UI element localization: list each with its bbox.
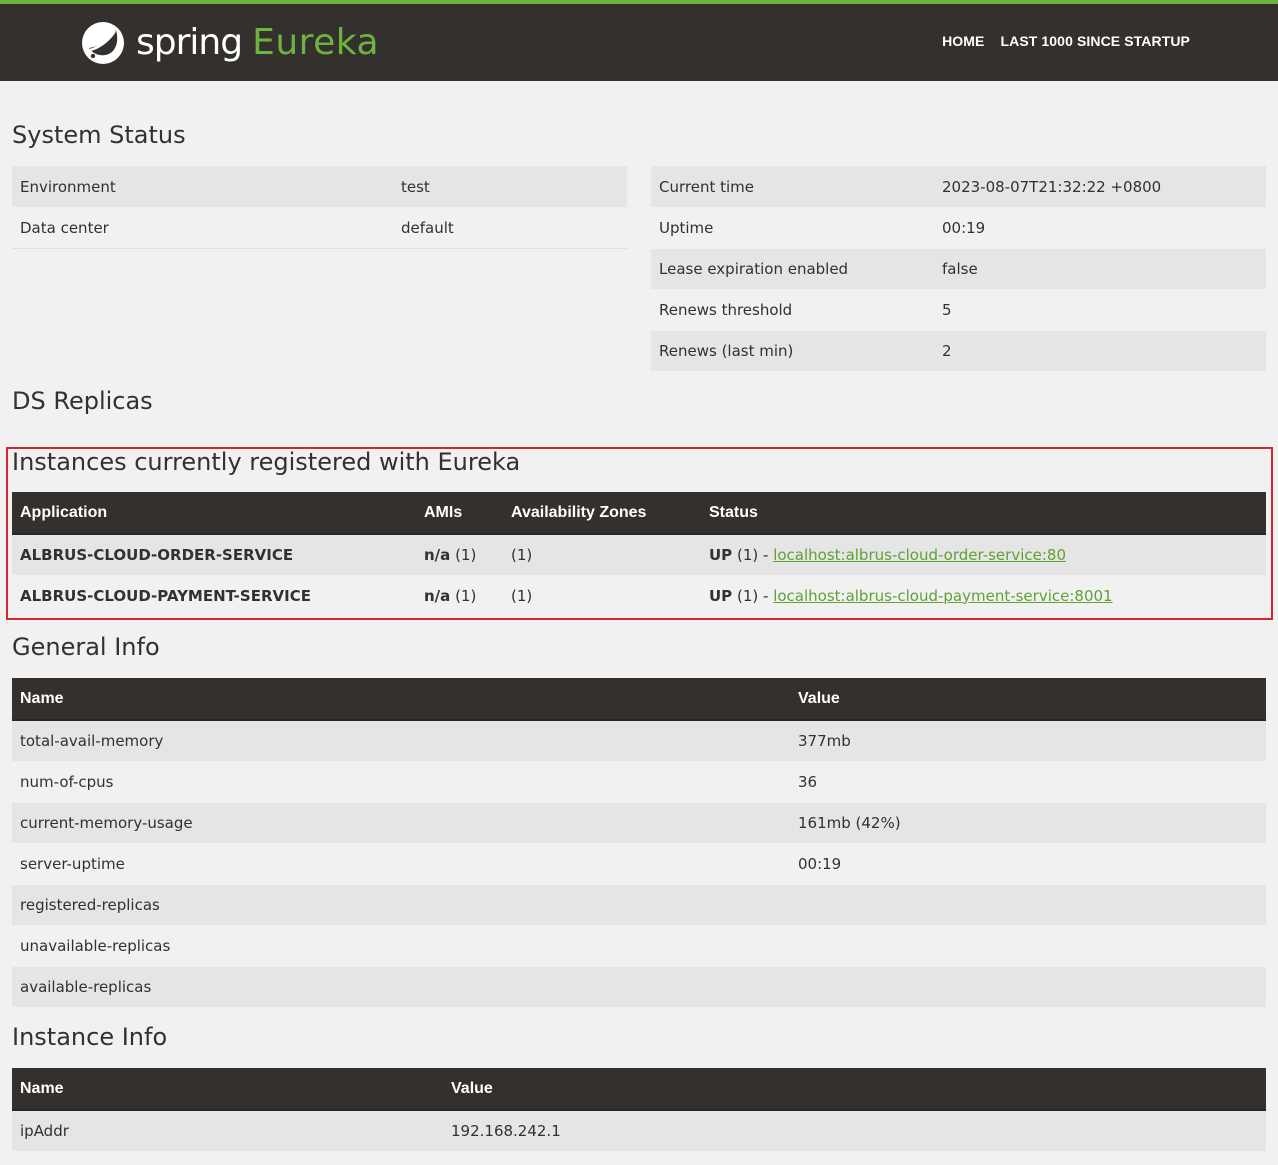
column-header-value: Value — [443, 1068, 1266, 1111]
table-row: Uptime 00:19 — [651, 207, 1266, 249]
status-up: UP — [709, 545, 733, 564]
ami-count: (1) — [455, 586, 477, 605]
info-value: 36 — [790, 761, 1266, 803]
ami-value: n/a — [424, 586, 451, 605]
table-row: Current time 2023-08-07T21:32:22 +0800 — [651, 166, 1266, 208]
status-cell: UP (1) - localhost:albrus-cloud-payment-… — [701, 575, 1266, 617]
table-row: server-uptime 00:19 — [12, 843, 1266, 885]
system-status-title: System Status — [12, 121, 186, 149]
status-cell: UP (1) - localhost:albrus-cloud-order-se… — [701, 534, 1266, 576]
app-name: ALBRUS-CLOUD-ORDER-SERVICE — [20, 545, 294, 564]
info-value: 192.168.242.1 — [443, 1110, 1266, 1152]
status-value: 2 — [934, 330, 1266, 372]
status-name: Data center — [12, 207, 393, 249]
info-name: server-uptime — [12, 843, 790, 885]
system-status-left-table: Environment test Data center default — [12, 166, 627, 249]
ami-cell: n/a (1) — [416, 575, 503, 617]
column-header-name: Name — [12, 678, 790, 721]
column-header-name: Name — [12, 1068, 443, 1111]
instance-link[interactable]: localhost:albrus-cloud-order-service:80 — [773, 546, 1066, 564]
info-value — [790, 966, 1266, 1008]
general-info-title: General Info — [12, 633, 160, 661]
instances-title: Instances currently registered with Eure… — [12, 448, 521, 476]
table-row: total-avail-memory 377mb — [12, 720, 1266, 762]
column-header-status: Status — [701, 492, 1266, 535]
status-name: Lease expiration enabled — [651, 248, 934, 290]
info-name: total-avail-memory — [12, 720, 790, 762]
table-row: Data center default — [12, 207, 627, 249]
info-name: status — [12, 1151, 443, 1165]
status-value: default — [393, 207, 627, 249]
info-name: registered-replicas — [12, 884, 790, 926]
info-name: unavailable-replicas — [12, 925, 790, 967]
column-header-amis: AMIs — [416, 492, 503, 535]
info-value: 161mb (42%) — [790, 802, 1266, 844]
info-name: ipAddr — [12, 1110, 443, 1152]
nav-links: HOME LAST 1000 SINCE STARTUP — [926, 33, 1190, 49]
table-row: ipAddr 192.168.242.1 — [12, 1110, 1266, 1152]
table-row: registered-replicas — [12, 884, 1266, 926]
instance-info-title: Instance Info — [12, 1023, 168, 1051]
status-name: Renews (last min) — [651, 330, 934, 372]
app-cell: ALBRUS-CLOUD-ORDER-SERVICE — [12, 534, 416, 576]
status-value: 2023-08-07T21:32:22 +0800 — [934, 166, 1266, 208]
table-row: current-memory-usage 161mb (42%) — [12, 802, 1266, 844]
status-value: 5 — [934, 289, 1266, 331]
general-info-table: Name Value total-avail-memory 377mb num-… — [12, 678, 1266, 1008]
info-value — [790, 925, 1266, 967]
info-value: 00:19 — [790, 843, 1266, 885]
status-name: Environment — [12, 166, 393, 208]
brand-eureka-text: Eureka — [252, 22, 380, 63]
zones-cell: (1) — [503, 575, 701, 617]
table-row: available-replicas — [12, 966, 1266, 1008]
table-row: ALBRUS-CLOUD-PAYMENT-SERVICE n/a (1) (1)… — [12, 575, 1266, 617]
table-row: num-of-cpus 36 — [12, 761, 1266, 803]
info-name: available-replicas — [12, 966, 790, 1008]
info-value — [790, 884, 1266, 926]
table-header-row: Name Value — [12, 1068, 1266, 1111]
status-count: (1) - — [736, 545, 769, 564]
status-name: Uptime — [651, 207, 934, 249]
table-header-row: Application AMIs Availability Zones Stat… — [12, 492, 1266, 535]
table-row: status UP — [12, 1151, 1266, 1165]
instances-table: Application AMIs Availability Zones Stat… — [12, 492, 1266, 617]
ami-count: (1) — [455, 545, 477, 564]
brand-spring-text: spring — [136, 22, 243, 63]
ami-cell: n/a (1) — [416, 534, 503, 576]
status-value: test — [393, 166, 627, 208]
instance-info-table: Name Value ipAddr 192.168.242.1 status U… — [12, 1068, 1266, 1165]
info-name: current-memory-usage — [12, 802, 790, 844]
app-name: ALBRUS-CLOUD-PAYMENT-SERVICE — [20, 586, 311, 605]
column-header-application: Application — [12, 492, 416, 535]
table-row: Renews threshold 5 — [651, 289, 1266, 331]
table-row: Environment test — [12, 166, 627, 208]
zones-cell: (1) — [503, 534, 701, 576]
status-value: 00:19 — [934, 207, 1266, 249]
ds-replicas-title: DS Replicas — [12, 387, 153, 415]
nav-home-link[interactable]: HOME — [942, 33, 984, 49]
instance-link[interactable]: localhost:albrus-cloud-payment-service:8… — [773, 587, 1112, 605]
system-status-right-table: Current time 2023-08-07T21:32:22 +0800 U… — [651, 166, 1266, 372]
status-count: (1) - — [736, 586, 769, 605]
spring-leaf-logo-icon — [82, 22, 124, 64]
ami-value: n/a — [424, 545, 451, 564]
info-value: 377mb — [790, 720, 1266, 762]
table-row: Renews (last min) 2 — [651, 330, 1266, 372]
status-name: Renews threshold — [651, 289, 934, 331]
table-header-row: Name Value — [12, 678, 1266, 721]
brand[interactable]: spring Eureka — [80, 19, 379, 67]
table-row: unavailable-replicas — [12, 925, 1266, 967]
table-row: Lease expiration enabled false — [651, 248, 1266, 290]
info-name: num-of-cpus — [12, 761, 790, 803]
info-value: UP — [443, 1151, 1266, 1165]
status-name: Current time — [651, 166, 934, 208]
nav-last1000-link[interactable]: LAST 1000 SINCE STARTUP — [1000, 33, 1190, 49]
top-navbar: spring Eureka HOME LAST 1000 SINCE START… — [0, 0, 1278, 81]
column-header-value: Value — [790, 678, 1266, 721]
app-cell: ALBRUS-CLOUD-PAYMENT-SERVICE — [12, 575, 416, 617]
column-header-availability-zones: Availability Zones — [503, 492, 701, 535]
status-value: false — [934, 248, 1266, 290]
table-row: ALBRUS-CLOUD-ORDER-SERVICE n/a (1) (1) U… — [12, 534, 1266, 576]
status-up: UP — [709, 586, 733, 605]
